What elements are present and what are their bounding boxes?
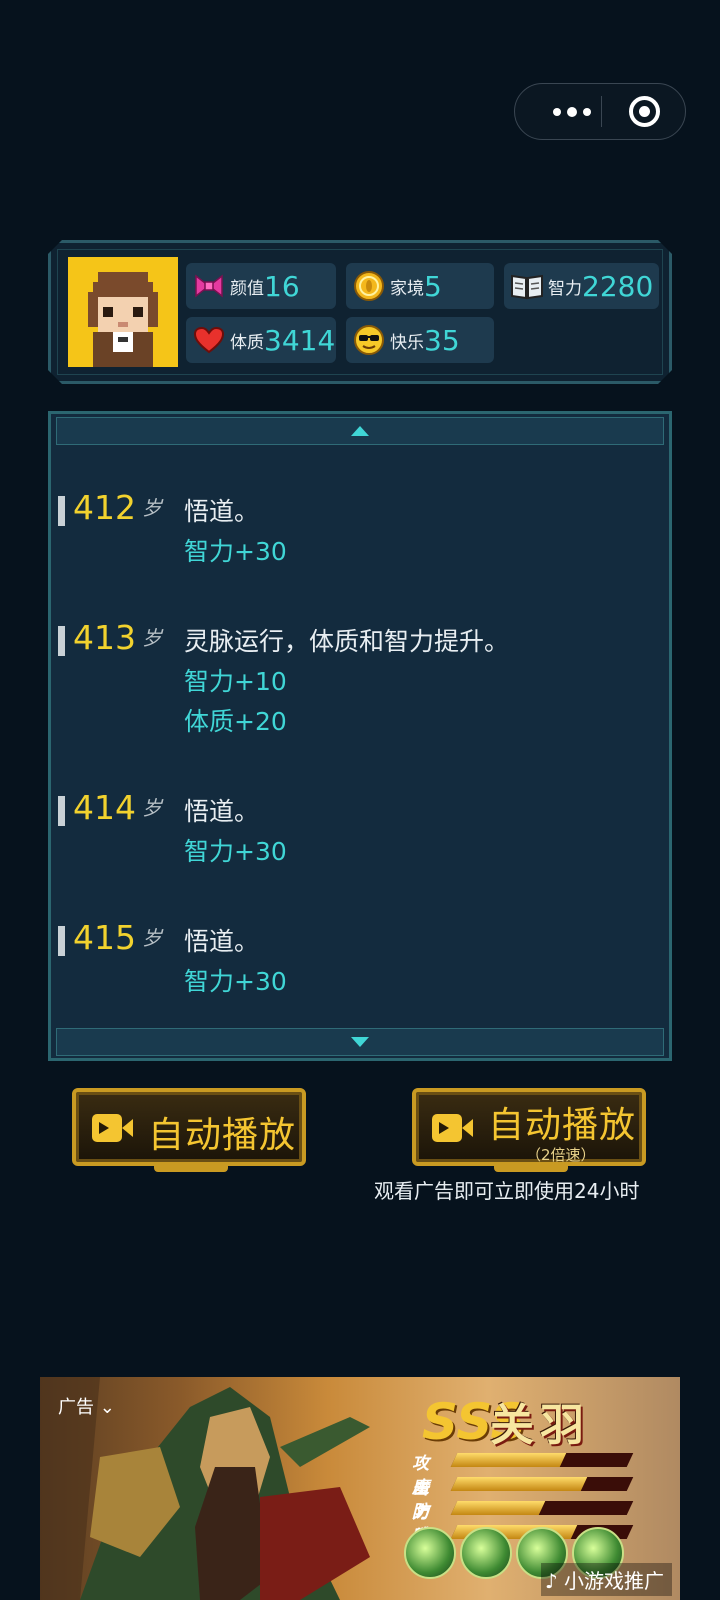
arrow-up-icon — [351, 426, 369, 436]
log-event: 悟道。 — [184, 927, 260, 956]
button-label: 自动播放 — [488, 1105, 637, 1146]
ad-hero-name: 关羽 — [490, 1400, 590, 1451]
log-effect: 智力+30 — [184, 537, 287, 566]
mini-program-capsule — [514, 83, 686, 140]
stat-label: 颜值 — [230, 278, 264, 299]
stat-happiness: 快乐 35 — [346, 317, 494, 363]
age-unit: 岁 — [142, 626, 162, 650]
heart-icon — [192, 323, 226, 357]
stat-constitution: 体质 3414 — [186, 317, 336, 363]
book-icon — [510, 269, 544, 303]
log-effect: 智力+30 — [184, 837, 287, 866]
ad-footer[interactable]: ♪ 小游戏推广 — [540, 1563, 672, 1596]
coin-icon — [352, 269, 386, 303]
video-camera-icon — [432, 1114, 473, 1142]
stat-label: 智力 — [548, 278, 582, 299]
button-sublabel: （2倍速） — [526, 1146, 596, 1164]
log-age: 415 — [73, 918, 136, 957]
stat-family: 家境 5 — [346, 263, 494, 309]
log-age: 414 — [73, 788, 136, 827]
ad-tag[interactable]: 广告 ⌄ — [58, 1393, 115, 1419]
log-age: 413 — [73, 618, 136, 657]
log-event: 悟道。 — [184, 497, 260, 526]
sunglasses-emoji-icon — [352, 323, 386, 357]
log-effect: 智力+10 — [184, 667, 287, 696]
stat-label: 快乐 — [390, 332, 424, 353]
ad-banner[interactable]: 广告 ⌄ SSS 关羽 攻击 魔力 防御 难度 ♪ 小游戏推广 — [40, 1377, 680, 1600]
button-label: 自动播放 — [148, 1115, 297, 1156]
stat-appearance: 颜值 16 — [186, 263, 336, 309]
scroll-up-button[interactable] — [56, 417, 664, 445]
log-event: 灵脉运行，体质和智力提升。 — [184, 627, 510, 656]
stat-intelligence: 智力 2280 — [504, 263, 659, 309]
log-effect: 智力+30 — [184, 967, 287, 996]
stat-label: 体质 — [230, 332, 264, 353]
scroll-down-button[interactable] — [56, 1028, 664, 1056]
log-effect: 体质+20 — [184, 707, 287, 736]
stat-value: 3414 — [264, 323, 336, 357]
ad-note: 观看广告即可立即使用24小时 — [374, 1179, 640, 1203]
stat-value: 2280 — [582, 269, 654, 303]
more-dots-icon[interactable] — [537, 84, 607, 139]
skill-orb-icon — [404, 1527, 456, 1579]
age-unit: 岁 — [142, 796, 162, 820]
skill-orb-icon — [460, 1527, 512, 1579]
auto-play-2x-button[interactable]: 自动播放 （2倍速） — [412, 1088, 646, 1172]
stat-value: 16 — [264, 269, 300, 303]
stat-label: 家境 — [390, 278, 424, 299]
video-camera-icon — [92, 1114, 133, 1142]
capsule-divider — [601, 96, 602, 127]
log-event: 悟道。 — [184, 797, 260, 826]
avatar[interactable] — [68, 257, 178, 367]
bow-icon — [192, 269, 226, 303]
target-circle-icon[interactable] — [629, 96, 660, 127]
log-age: 412 — [73, 488, 136, 527]
stat-value: 5 — [424, 269, 442, 303]
age-unit: 岁 — [142, 496, 162, 520]
age-unit: 岁 — [142, 926, 162, 950]
arrow-down-icon — [351, 1037, 369, 1047]
stat-value: 35 — [424, 323, 460, 357]
auto-play-button[interactable]: 自动播放 — [72, 1088, 306, 1172]
